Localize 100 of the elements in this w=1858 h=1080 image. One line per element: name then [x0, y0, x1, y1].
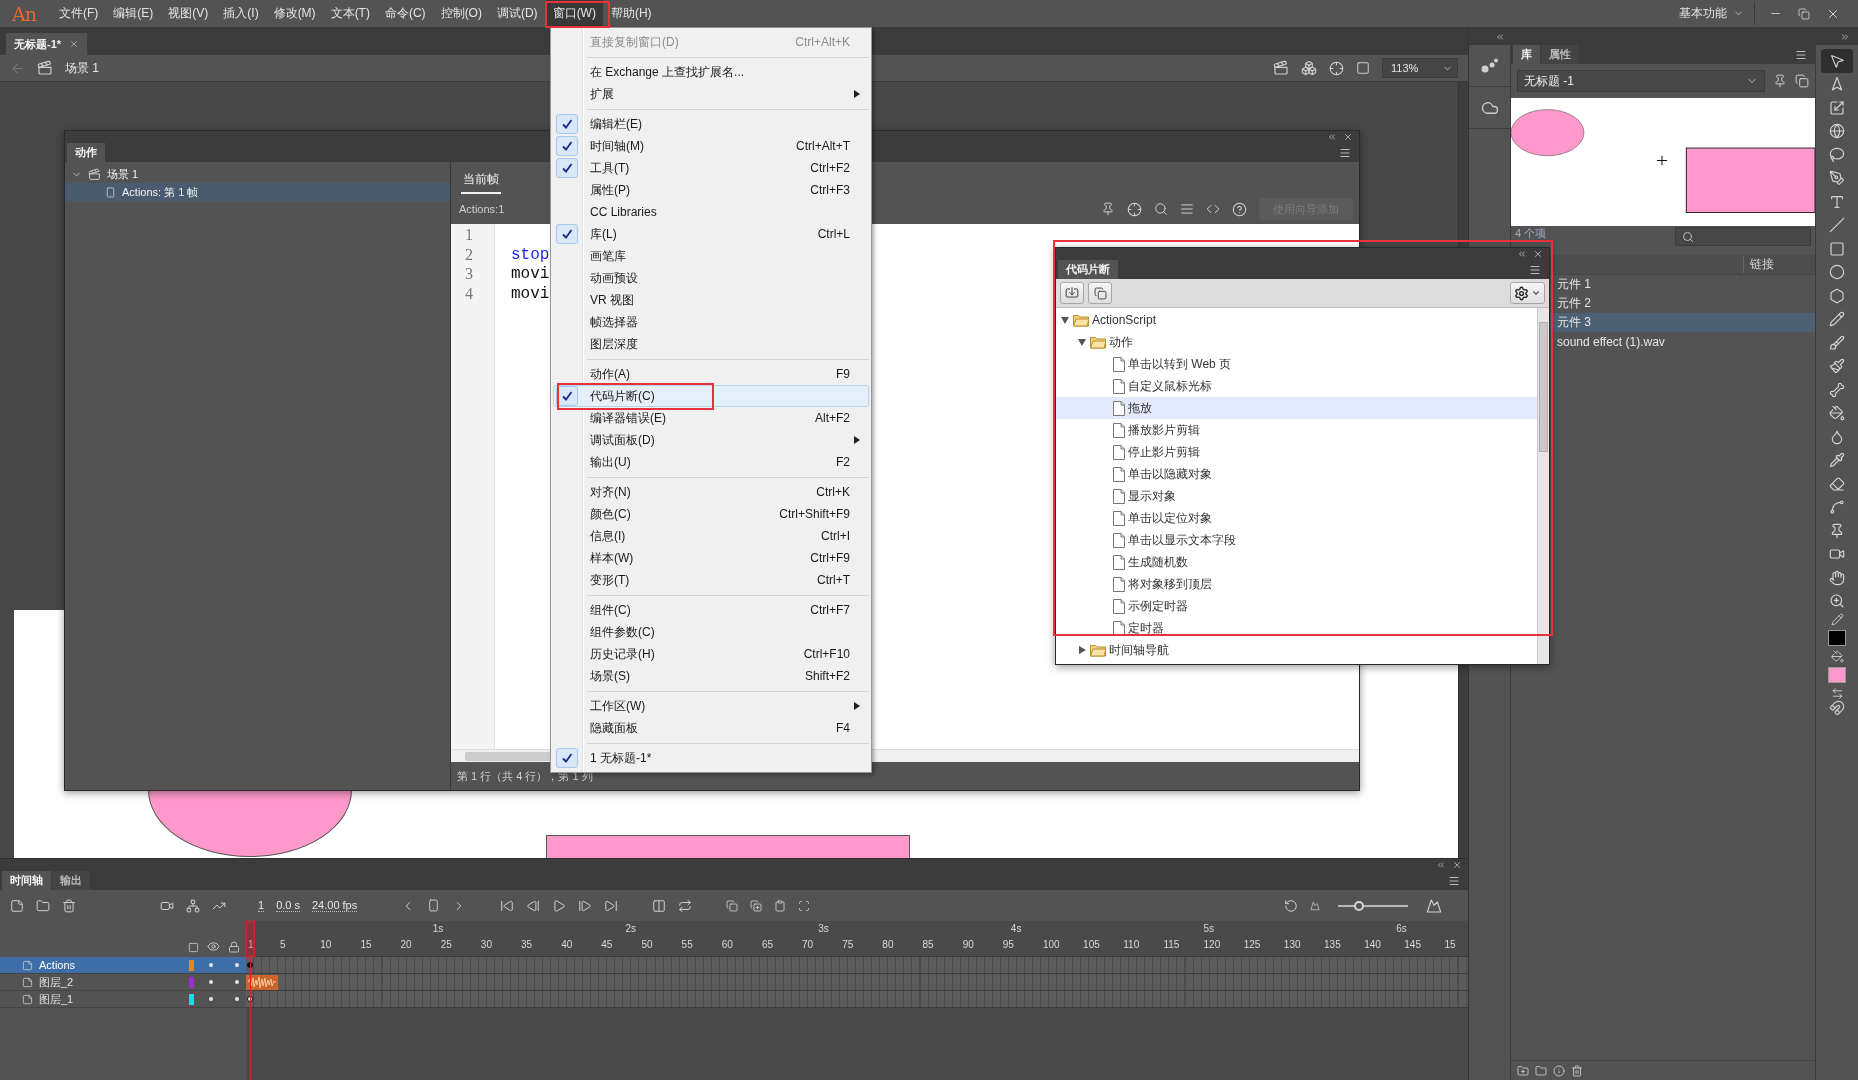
- menu-title[interactable]: 命令(C): [377, 0, 433, 27]
- close-icon[interactable]: [1343, 132, 1353, 142]
- new-symbol-icon[interactable]: [1517, 1064, 1529, 1077]
- collapse-icon[interactable]: [1517, 249, 1527, 259]
- large-mountain-icon[interactable]: [1426, 897, 1442, 914]
- curve-icon[interactable]: [1829, 499, 1845, 516]
- menu-item[interactable]: 历史记录(H) Ctrl+F10: [553, 643, 869, 665]
- snippet-item[interactable]: 单击以定位对象: [1056, 507, 1537, 529]
- lock-dot[interactable]: [235, 963, 239, 967]
- pin-icon[interactable]: [1829, 522, 1845, 539]
- workspace-switcher[interactable]: 基本功能: [1669, 2, 1755, 25]
- paint-bucket-icon[interactable]: [1830, 650, 1844, 663]
- search-icon[interactable]: [1154, 202, 1168, 216]
- menu-item[interactable]: 变形(T) Ctrl+T: [553, 569, 869, 591]
- bone-icon[interactable]: [1829, 381, 1845, 398]
- menu-item[interactable]: 对齐(N) Ctrl+K: [553, 481, 869, 503]
- snippet-item[interactable]: 单击以隐藏对象: [1056, 463, 1537, 485]
- step-forward-icon[interactable]: [578, 898, 593, 913]
- layer-row[interactable]: Actions: [0, 957, 246, 974]
- editor-tab[interactable]: 当前帧: [461, 171, 501, 194]
- rectangle-tool-icon[interactable]: [1829, 240, 1845, 257]
- menu-title[interactable]: 插入(I): [216, 0, 266, 27]
- menu-item[interactable]: 组件(C) Ctrl+F7: [553, 599, 869, 621]
- lasso-icon[interactable]: [1829, 146, 1845, 163]
- library-dropdown[interactable]: 无标题 -1: [1517, 70, 1765, 92]
- layer-row[interactable]: 图层_2: [0, 974, 246, 991]
- menu-item[interactable]: 图层深度: [553, 333, 869, 355]
- eraser-icon[interactable]: [1829, 475, 1845, 492]
- menu-icon[interactable]: [1448, 874, 1460, 887]
- folder-icon[interactable]: [36, 898, 50, 913]
- paintbrush-icon[interactable]: [1829, 358, 1845, 375]
- layer-icon[interactable]: [22, 959, 33, 971]
- close-icon[interactable]: [1533, 249, 1543, 259]
- menu-item[interactable]: 样本(W) Ctrl+F9: [553, 547, 869, 569]
- menu-item[interactable]: 工作区(W): [553, 695, 869, 717]
- lock-icon[interactable]: [228, 941, 240, 953]
- swap-colors-icon[interactable]: [1830, 687, 1844, 700]
- menu-item[interactable]: 信息(I) Ctrl+I: [553, 525, 869, 547]
- new-library-icon[interactable]: [1795, 74, 1809, 88]
- magnet-icon[interactable]: [1829, 700, 1845, 716]
- brush-icon[interactable]: [1829, 334, 1845, 351]
- menu-title[interactable]: 文本(T): [323, 0, 377, 27]
- menu-item[interactable]: 场景(S) Shift+F2: [553, 665, 869, 687]
- pin-icon[interactable]: [1101, 202, 1115, 216]
- menu-item[interactable]: 代码片断(C): [553, 385, 869, 407]
- collapse-icon[interactable]: [1436, 860, 1446, 870]
- search-field[interactable]: [1675, 227, 1811, 246]
- layer-color-chip[interactable]: [189, 993, 194, 1005]
- collapse-icon[interactable]: [1495, 31, 1505, 42]
- step-back-icon[interactable]: [526, 898, 541, 913]
- snippet-item[interactable]: 定时器: [1056, 617, 1537, 639]
- settings-dropdown-button[interactable]: [1510, 282, 1545, 304]
- subselection-tool-icon[interactable]: [1829, 76, 1845, 93]
- menu-item[interactable]: 扩展: [553, 83, 869, 105]
- menu-title[interactable]: 视图(V): [161, 0, 216, 27]
- menu-item[interactable]: 在 Exchange 上查找扩展名...: [553, 61, 869, 83]
- menu-item[interactable]: 画笔库: [553, 245, 869, 267]
- snippet-item[interactable]: 将对象移到顶层: [1056, 573, 1537, 595]
- snippet-item[interactable]: 生成随机数: [1056, 551, 1537, 573]
- menu-item[interactable]: 编辑栏(E): [553, 113, 869, 135]
- transform-tool-icon[interactable]: [1829, 99, 1845, 116]
- tool-button[interactable]: [1821, 49, 1853, 73]
- first-frame-icon[interactable]: [500, 898, 515, 913]
- layer-icon[interactable]: [22, 993, 33, 1005]
- play-icon[interactable]: [552, 898, 567, 913]
- close-icon[interactable]: [1452, 860, 1462, 870]
- playhead[interactable]: [246, 921, 255, 1080]
- snippet-item[interactable]: 动作: [1056, 331, 1537, 353]
- hexagon-icon[interactable]: [1829, 287, 1845, 304]
- folder-icon[interactable]: [1535, 1064, 1547, 1077]
- code-icon[interactable]: [1206, 202, 1220, 216]
- close-icon[interactable]: [69, 39, 80, 49]
- paint-bucket-icon[interactable]: [1829, 405, 1845, 422]
- selection-tool-icon[interactable]: [1829, 52, 1845, 69]
- menu-item[interactable]: 时间轴(M) Ctrl+Alt+T: [553, 135, 869, 157]
- eyedropper-icon[interactable]: [1829, 452, 1845, 469]
- document-tab[interactable]: 无标题-1*: [6, 33, 88, 55]
- menu-item[interactable]: 1 无标题-1*: [553, 747, 869, 769]
- menu-title[interactable]: 文件(F): [51, 0, 106, 27]
- delete-icon[interactable]: [1571, 1064, 1583, 1077]
- slider-thumb[interactable]: [1354, 900, 1364, 911]
- markers-icon[interactable]: [798, 899, 811, 912]
- panel-tab[interactable]: 代码片断: [1058, 260, 1118, 279]
- pen-icon[interactable]: [1829, 170, 1845, 187]
- snippet-item[interactable]: 拖放: [1056, 397, 1537, 419]
- loop-icon[interactable]: [678, 898, 693, 913]
- new-layer-icon[interactable]: [10, 898, 24, 913]
- menu-item[interactable]: 隐藏面板 F4: [553, 717, 869, 739]
- pencil-icon[interactable]: [1829, 311, 1845, 328]
- snippet-item[interactable]: 单击以显示文本字段: [1056, 529, 1537, 551]
- snippet-item[interactable]: 停止影片剪辑: [1056, 441, 1537, 463]
- lock-dot[interactable]: [235, 980, 239, 984]
- collapse-icon[interactable]: [1327, 132, 1337, 142]
- menu-icon[interactable]: [1795, 48, 1807, 61]
- layer-color-chip[interactable]: [189, 976, 194, 988]
- tree-item[interactable]: Actions: 第 1 帧: [65, 183, 450, 201]
- panel-tab[interactable]: 输出: [52, 871, 90, 890]
- add-to-frame-button[interactable]: [1060, 282, 1084, 304]
- globe-icon[interactable]: [1829, 123, 1845, 140]
- layer-row[interactable]: 图层_1: [0, 991, 246, 1008]
